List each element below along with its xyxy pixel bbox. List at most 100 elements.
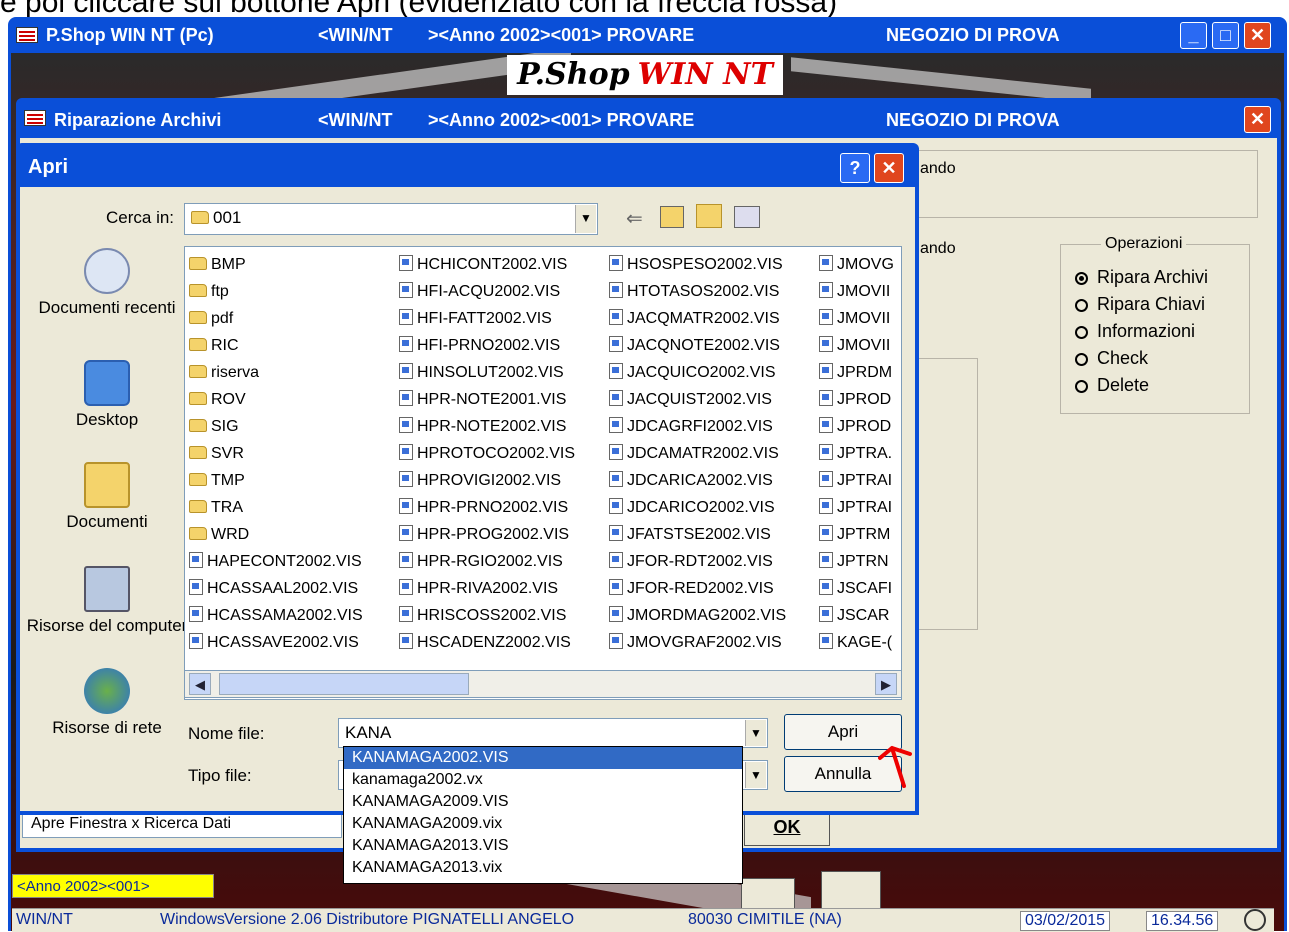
view-menu-icon[interactable]: [734, 206, 760, 228]
file-list-item[interactable]: HSOSPESO2002.VIS: [609, 251, 815, 278]
radio-ripara-archivi[interactable]: Ripara Archivi: [1075, 265, 1208, 289]
file-list-item[interactable]: HFI-ACQU2002.VIS: [399, 278, 605, 305]
file-list-item[interactable]: JMOVII: [819, 332, 899, 359]
file-list-item[interactable]: JFATSTSE2002.VIS: [609, 521, 815, 548]
file-list-item[interactable]: JMOVGRAF2002.VIS: [609, 629, 815, 656]
radio-informazioni[interactable]: Informazioni: [1075, 319, 1195, 343]
file-list-item[interactable]: JPTRA.: [819, 440, 899, 467]
file-list-item[interactable]: JPTRN: [819, 548, 899, 575]
file-list-item[interactable]: JMOVII: [819, 278, 899, 305]
close-button[interactable]: ✕: [1244, 22, 1271, 49]
file-list-item[interactable]: JMORDMAG2002.VIS: [609, 602, 815, 629]
file-list-item[interactable]: TMP: [189, 467, 395, 494]
file-list-item[interactable]: KAGE-(: [819, 629, 899, 656]
file-icon: [819, 525, 833, 541]
file-list-item[interactable]: HPR-PRNO2002.VIS: [399, 494, 605, 521]
file-list-item[interactable]: JPROD: [819, 386, 899, 413]
file-list-item[interactable]: JPROD: [819, 413, 899, 440]
file-list-item[interactable]: JACQNOTE2002.VIS: [609, 332, 815, 359]
file-list-item[interactable]: JMOVG: [819, 251, 899, 278]
file-list[interactable]: BMP ftp pdf RIC riserva ROV SIG SVR TMP TRA WRD HAP…: [184, 246, 902, 700]
lookin-combo[interactable]: 001 ▼: [184, 203, 598, 235]
place-documenti[interactable]: Documenti: [22, 462, 192, 532]
file-list-item[interactable]: JPRDM: [819, 359, 899, 386]
horizontal-scrollbar[interactable]: ◀ ▶: [184, 670, 902, 698]
scroll-right-icon[interactable]: ▶: [875, 673, 897, 695]
file-list-item[interactable]: JSCAFI: [819, 575, 899, 602]
file-list-item[interactable]: JACQUIST2002.VIS: [609, 386, 815, 413]
dialog-close-button[interactable]: ✕: [874, 153, 904, 183]
file-list-item[interactable]: JDCAGRFI2002.VIS: [609, 413, 815, 440]
autocomplete-item[interactable]: KANAMAGA2009.VIS: [344, 791, 742, 813]
file-list-item[interactable]: JDCAMATR2002.VIS: [609, 440, 815, 467]
file-list-item[interactable]: JPTRAI: [819, 467, 899, 494]
file-list-item[interactable]: riserva: [189, 359, 395, 386]
rip-close-button[interactable]: ✕: [1244, 106, 1271, 133]
file-list-item[interactable]: HPR-RIVA2002.VIS: [399, 575, 605, 602]
file-list-item[interactable]: SVR: [189, 440, 395, 467]
file-list-item[interactable]: JDCARICA2002.VIS: [609, 467, 815, 494]
chevron-down-icon[interactable]: ▼: [745, 762, 766, 788]
radio-check[interactable]: Check: [1075, 346, 1148, 370]
scroll-left-icon[interactable]: ◀: [189, 673, 211, 695]
file-list-item[interactable]: HPR-NOTE2001.VIS: [399, 386, 605, 413]
place-risorse-rete[interactable]: Risorse di rete: [22, 668, 192, 738]
filename-input[interactable]: KANA ▼: [338, 718, 768, 748]
help-button[interactable]: ?: [840, 153, 870, 183]
file-list-item[interactable]: HSCADENZ2002.VIS: [399, 629, 605, 656]
file-list-item[interactable]: ROV: [189, 386, 395, 413]
file-list-item[interactable]: HCASSAMA2002.VIS: [189, 602, 395, 629]
chevron-down-icon[interactable]: ▼: [745, 720, 766, 746]
file-list-item[interactable]: HFI-FATT2002.VIS: [399, 305, 605, 332]
file-list-item[interactable]: TRA: [189, 494, 395, 521]
minimize-button[interactable]: _: [1180, 22, 1207, 49]
file-name: HCASSAAL2002.VIS: [207, 580, 359, 597]
file-list-item[interactable]: JPTRAI: [819, 494, 899, 521]
file-list-item[interactable]: HRISCOSS2002.VIS: [399, 602, 605, 629]
radio-ripara-chiavi[interactable]: Ripara Chiavi: [1075, 292, 1205, 316]
autocomplete-item[interactable]: KANAMAGA2013.vix: [344, 857, 742, 879]
file-list-item[interactable]: WRD: [189, 521, 395, 548]
file-list-item[interactable]: HPR-NOTE2002.VIS: [399, 413, 605, 440]
file-list-item[interactable]: pdf: [189, 305, 395, 332]
up-folder-icon[interactable]: [660, 206, 684, 228]
file-list-item[interactable]: HFI-PRNO2002.VIS: [399, 332, 605, 359]
file-list-item[interactable]: JSCAR: [819, 602, 899, 629]
file-list-item[interactable]: HPR-PROG2002.VIS: [399, 521, 605, 548]
autocomplete-item[interactable]: KANAMAGA2009.vix: [344, 813, 742, 835]
file-list-item[interactable]: HAPECONT2002.VIS: [189, 548, 395, 575]
file-list-item[interactable]: HTOTASOS2002.VIS: [609, 278, 815, 305]
autocomplete-list[interactable]: KANAMAGA2002.VIS kanamaga2002.vx KANAMAG…: [343, 746, 743, 884]
file-list-item[interactable]: HCASSAAL2002.VIS: [189, 575, 395, 602]
file-list-item[interactable]: JFOR-RDT2002.VIS: [609, 548, 815, 575]
file-list-item[interactable]: SIG: [189, 413, 395, 440]
file-list-item[interactable]: ftp: [189, 278, 395, 305]
chevron-down-icon[interactable]: ▼: [575, 205, 596, 233]
autocomplete-item[interactable]: KANAMAGA2002.VIS: [344, 747, 742, 769]
file-list-item[interactable]: HCHICONT2002.VIS: [399, 251, 605, 278]
file-list-item[interactable]: JFOR-RED2002.VIS: [609, 575, 815, 602]
new-folder-icon[interactable]: [696, 204, 722, 228]
scrollbar-thumb[interactable]: [219, 673, 469, 695]
clock-icon[interactable]: [1244, 909, 1266, 931]
autocomplete-item[interactable]: kanamaga2002.vx: [344, 769, 742, 791]
place-documenti-recenti[interactable]: Documenti recenti: [22, 248, 192, 318]
file-list-item[interactable]: BMP: [189, 251, 395, 278]
file-list-item[interactable]: JMOVII: [819, 305, 899, 332]
autocomplete-item[interactable]: KANAMAGA2013.VIS: [344, 835, 742, 857]
file-list-item[interactable]: JDCARICO2002.VIS: [609, 494, 815, 521]
back-icon[interactable]: ⇐: [626, 206, 643, 231]
file-list-item[interactable]: HINSOLUT2002.VIS: [399, 359, 605, 386]
file-list-item[interactable]: RIC: [189, 332, 395, 359]
file-list-item[interactable]: HPROVIGI2002.VIS: [399, 467, 605, 494]
file-list-item[interactable]: JACQUICO2002.VIS: [609, 359, 815, 386]
place-risorse-computer[interactable]: Risorse del computer: [22, 566, 192, 636]
file-list-item[interactable]: HPROTOCO2002.VIS: [399, 440, 605, 467]
radio-delete[interactable]: Delete: [1075, 373, 1149, 397]
file-list-item[interactable]: HCASSAVE2002.VIS: [189, 629, 395, 656]
place-desktop[interactable]: Desktop: [22, 360, 192, 430]
file-list-item[interactable]: JPTRM: [819, 521, 899, 548]
maximize-button[interactable]: □: [1212, 22, 1239, 49]
file-list-item[interactable]: HPR-RGIO2002.VIS: [399, 548, 605, 575]
file-list-item[interactable]: JACQMATR2002.VIS: [609, 305, 815, 332]
